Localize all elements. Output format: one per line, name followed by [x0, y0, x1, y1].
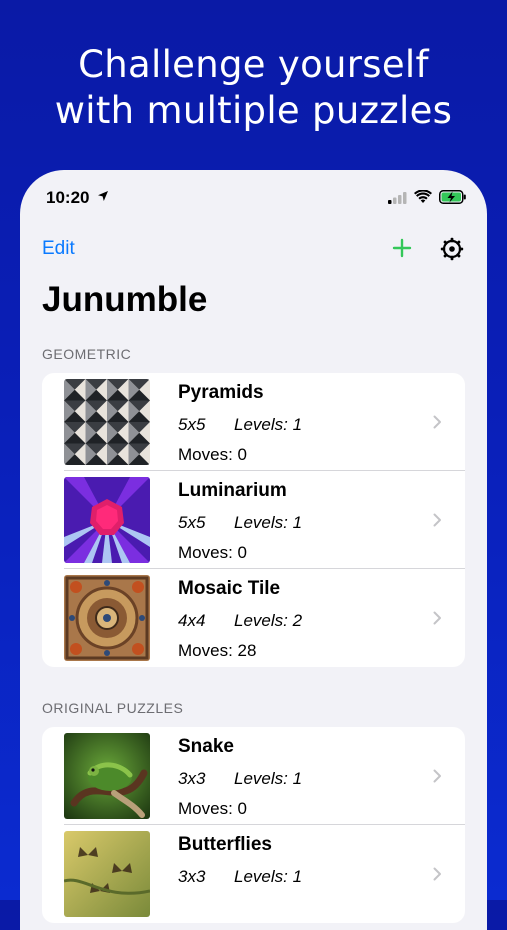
wifi-icon: [414, 190, 432, 203]
chevron-right-icon: [433, 611, 441, 625]
puzzle-row-mosaic-tile[interactable]: Mosaic Tile 4x4 Levels: 2 Moves: 28: [42, 569, 465, 667]
puzzle-levels: Levels: 1: [234, 769, 303, 788]
puzzle-size: 5x5: [178, 415, 206, 434]
puzzle-name: Snake: [178, 736, 234, 757]
page-title: Junumble: [42, 280, 208, 319]
chevron-right-icon: [433, 867, 441, 881]
puzzle-levels: Levels: 1: [234, 415, 303, 434]
pyramids-thumbnail: [64, 379, 150, 465]
status-bar: 10:20: [20, 170, 487, 226]
battery-charging-icon: [439, 190, 466, 204]
mosaic-tile-thumbnail: [64, 575, 150, 661]
puzzle-levels: Levels: 2: [234, 611, 303, 630]
puzzle-size: 4x4: [178, 611, 206, 630]
puzzle-size: 3x3: [178, 769, 206, 788]
luminarium-thumbnail: [64, 477, 150, 563]
edit-button[interactable]: Edit: [42, 238, 75, 260]
puzzle-row-snake[interactable]: Snake 3x3 Levels: 1 Moves: 0: [42, 727, 465, 825]
puzzle-row-pyramids[interactable]: Pyramids 5x5 Levels: 1 Moves: 0: [42, 373, 465, 471]
puzzle-levels: Levels: 1: [234, 867, 303, 886]
puzzle-levels: Levels: 1: [234, 513, 303, 532]
puzzle-moves: Moves: 0: [178, 543, 247, 562]
status-time: 10:20: [46, 188, 90, 207]
puzzle-size: 3x3: [178, 867, 206, 886]
puzzle-name: Mosaic Tile: [178, 578, 281, 599]
puzzle-name: Luminarium: [178, 480, 287, 501]
phone-screen: 10:20 Edit Junumble GEOMETRIC Pyramids 5…: [20, 170, 487, 930]
plus-icon[interactable]: [392, 238, 412, 258]
puzzle-name: Pyramids: [178, 382, 264, 403]
chevron-right-icon: [433, 415, 441, 429]
gear-icon[interactable]: [440, 237, 464, 261]
puzzle-size: 5x5: [178, 513, 206, 532]
butterflies-thumbnail: [64, 831, 150, 917]
promo-headline: Challenge yourself with multiple puzzles: [0, 42, 507, 134]
promo-headline-line1: Challenge yourself: [78, 43, 429, 86]
chevron-right-icon: [433, 513, 441, 527]
puzzle-moves: Moves: 28: [178, 641, 257, 660]
puzzle-list-geometric: Pyramids 5x5 Levels: 1 Moves: 0 Luminari…: [42, 373, 465, 667]
puzzle-row-butterflies[interactable]: Butterflies 3x3 Levels: 1: [42, 825, 465, 923]
promo-headline-line2: with multiple puzzles: [54, 89, 453, 132]
puzzle-moves: Moves: 0: [178, 445, 247, 464]
puzzle-name: Butterflies: [178, 834, 272, 855]
section-header-geometric: GEOMETRIC: [42, 346, 132, 362]
puzzle-list-original: Snake 3x3 Levels: 1 Moves: 0 Butterflies…: [42, 727, 465, 923]
chevron-right-icon: [433, 769, 441, 783]
section-header-original-puzzles: ORIGINAL PUZZLES: [42, 700, 184, 716]
puzzle-row-luminarium[interactable]: Luminarium 5x5 Levels: 1 Moves: 0: [42, 471, 465, 569]
puzzle-moves: Moves: 0: [178, 799, 247, 818]
location-arrow-icon: [98, 191, 108, 201]
cellular-signal-icon: [388, 192, 407, 204]
snake-thumbnail: [64, 733, 150, 819]
